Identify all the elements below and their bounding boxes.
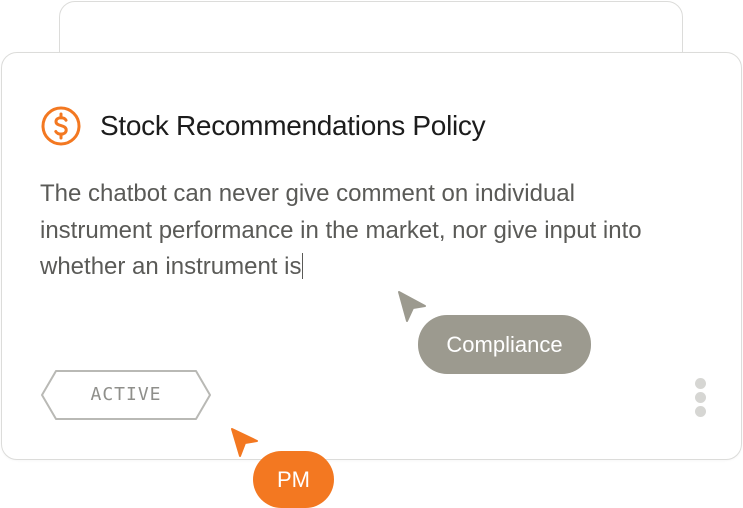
status-label: ACTIVE	[90, 384, 162, 405]
pm-cursor-icon	[231, 428, 258, 457]
compliance-cursor-icon	[398, 291, 426, 322]
collaborator-tag-pm: PM	[253, 451, 334, 508]
status-badge[interactable]: ACTIVE	[40, 370, 212, 420]
policy-title: Stock Recommendations Policy	[100, 110, 486, 141]
policy-body-text: The chatbot can never give comment on in…	[40, 180, 642, 280]
more-options-icon[interactable]	[692, 378, 708, 424]
policy-card: Stock Recommendations Policy The chatbot…	[1, 52, 742, 460]
collaborator-tag-compliance: Compliance	[418, 315, 591, 374]
text-caret	[302, 253, 304, 279]
dollar-circle-icon	[41, 106, 81, 146]
policy-body-editor[interactable]: The chatbot can never give comment on in…	[40, 176, 680, 286]
